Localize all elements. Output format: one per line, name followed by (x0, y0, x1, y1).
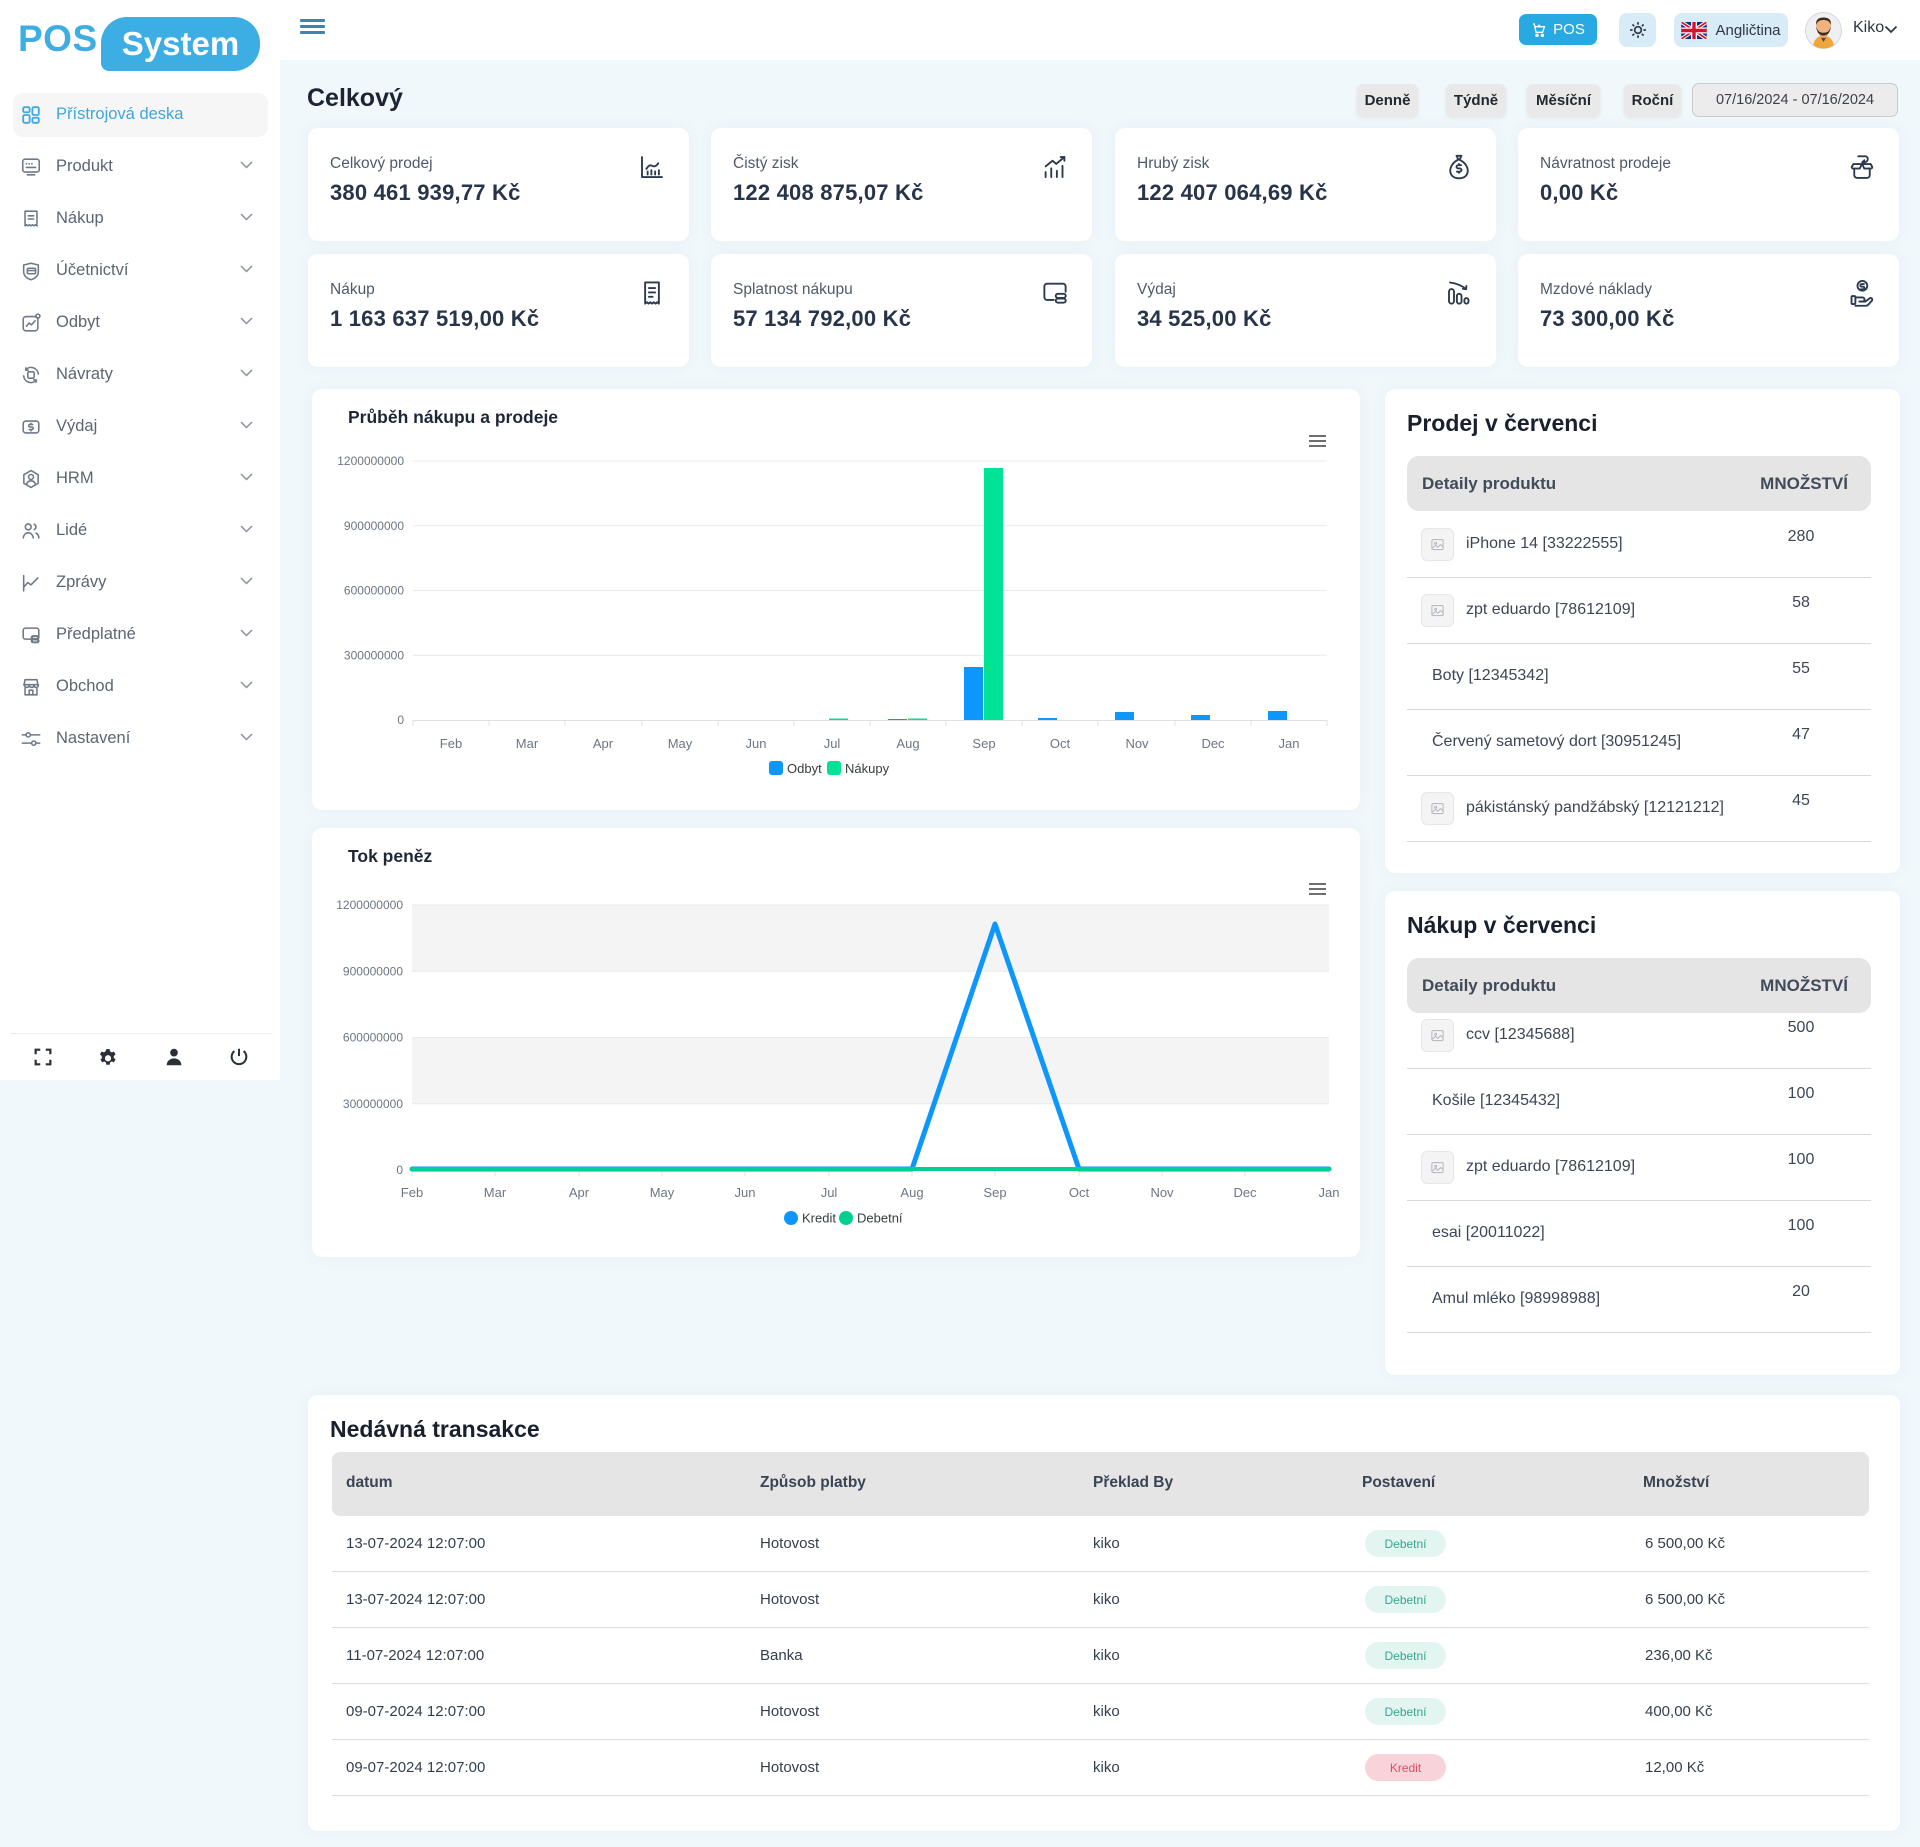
svg-text:0: 0 (396, 1163, 403, 1177)
svg-text:300000000: 300000000 (344, 648, 404, 662)
svg-text:Sep: Sep (983, 1185, 1006, 1200)
svg-text:Jun: Jun (735, 1185, 756, 1200)
svg-text:Jul: Jul (824, 736, 841, 751)
svg-text:Dec: Dec (1201, 736, 1225, 751)
svg-text:Feb: Feb (401, 1185, 423, 1200)
svg-text:Mar: Mar (484, 1185, 507, 1200)
svg-text:Apr: Apr (569, 1185, 590, 1200)
svg-text:1200000000: 1200000000 (336, 898, 403, 912)
svg-text:Oct: Oct (1050, 736, 1071, 751)
svg-text:Feb: Feb (440, 736, 462, 751)
svg-text:0: 0 (397, 713, 404, 727)
svg-text:1200000000: 1200000000 (337, 454, 404, 468)
svg-text:Jan: Jan (1319, 1185, 1340, 1200)
svg-text:Sep: Sep (972, 736, 995, 751)
svg-text:600000000: 600000000 (343, 1031, 403, 1045)
svg-text:Nov: Nov (1125, 736, 1149, 751)
svg-text:Debetní: Debetní (857, 1211, 903, 1226)
svg-text:Apr: Apr (593, 736, 614, 751)
svg-text:May: May (650, 1185, 675, 1200)
svg-text:Jul: Jul (821, 1185, 838, 1200)
svg-text:Jun: Jun (746, 736, 767, 751)
svg-text:Jan: Jan (1279, 736, 1300, 751)
svg-text:300000000: 300000000 (343, 1097, 403, 1111)
svg-text:Odbyt: Odbyt (787, 761, 822, 776)
svg-text:Nov: Nov (1150, 1185, 1174, 1200)
svg-text:Nákupy: Nákupy (845, 761, 890, 776)
svg-text:Aug: Aug (896, 736, 919, 751)
svg-text:Kredit: Kredit (802, 1211, 836, 1226)
svg-text:Oct: Oct (1069, 1185, 1090, 1200)
svg-text:Dec: Dec (1233, 1185, 1257, 1200)
svg-text:May: May (668, 736, 693, 751)
svg-text:900000000: 900000000 (343, 964, 403, 978)
svg-text:Aug: Aug (900, 1185, 923, 1200)
svg-text:Mar: Mar (516, 736, 539, 751)
svg-text:900000000: 900000000 (344, 519, 404, 533)
svg-text:600000000: 600000000 (344, 584, 404, 598)
